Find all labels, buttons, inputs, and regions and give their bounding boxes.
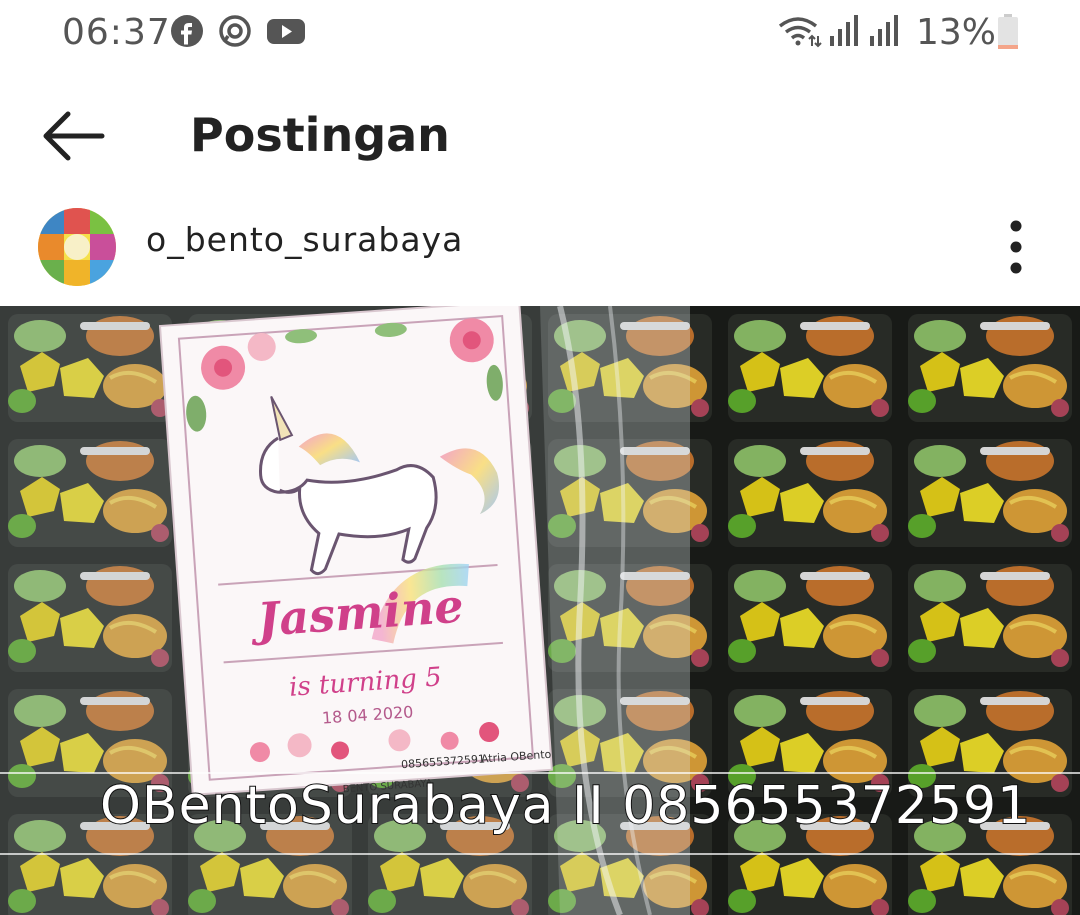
arrow-left-icon[interactable]	[40, 108, 106, 164]
post-watermark: OBentoSurabaya II 085655372591	[99, 775, 1032, 837]
facebook-icon	[171, 15, 203, 47]
signal-icon-2	[870, 15, 898, 46]
page-title: Postingan	[190, 108, 450, 162]
post-image[interactable]: Jasmine is turning 5 18 04 2020 08565537…	[0, 306, 1080, 915]
status-bar: 06:37 13%	[0, 0, 1080, 70]
status-time: 06:37	[62, 12, 171, 53]
avatar[interactable]	[38, 208, 116, 286]
signal-icon	[830, 15, 858, 46]
app-bar: Postingan	[0, 80, 1080, 190]
post-header: o_bento_surabaya	[0, 200, 1080, 296]
wifi-icon	[778, 17, 822, 48]
messenger-ring-icon	[219, 15, 251, 47]
battery-icon	[998, 14, 1018, 49]
battery-percent: 13%	[916, 12, 997, 53]
avatar-image	[38, 208, 116, 286]
vertical-dots-icon[interactable]	[996, 214, 1036, 280]
youtube-icon	[267, 19, 305, 44]
post-username[interactable]: o_bento_surabaya	[146, 220, 463, 259]
